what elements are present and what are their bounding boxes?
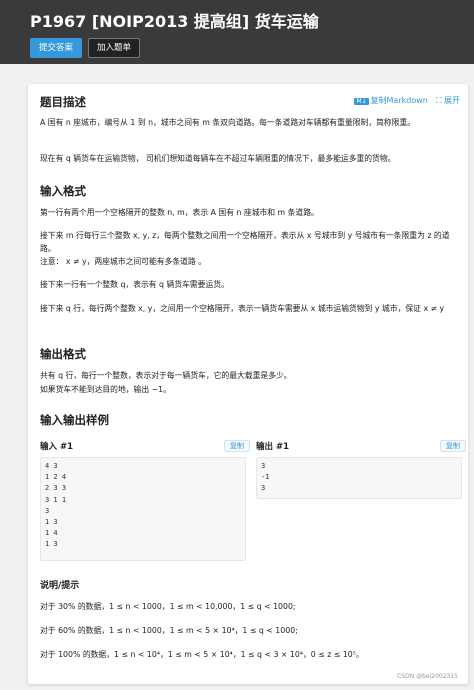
samples-heading: 输入输出样例 <box>40 413 109 427</box>
card-toolbar: M↓ 复制Markdown ⛶ 展开 <box>354 95 460 106</box>
copy-markdown-label: 复制Markdown <box>370 96 428 105</box>
expand-button[interactable]: ⛶ 展开 <box>436 95 460 106</box>
input-paragraph-2-note: 注意： x ≠ y，两座城市之间可能有多条道路 。 <box>40 257 207 266</box>
expand-icon: ⛶ <box>435 96 444 105</box>
hint-line-1: 对于 30% 的数据，1 ≤ n < 1000，1 ≤ m < 10,000，1… <box>40 602 296 611</box>
markdown-icon: M↓ <box>354 98 369 105</box>
hint-line-2: 对于 60% 的数据，1 ≤ n < 1000，1 ≤ m < 5 × 10⁴，… <box>40 626 298 635</box>
problem-header: P1967 [NOIP2013 提高组] 货车运输 提交答案 加入题单 <box>0 0 474 64</box>
sample-output-box[interactable]: 3 -1 3 <box>256 457 462 499</box>
sample-input-label: 输入 #1 <box>40 442 73 452</box>
copy-markdown-button[interactable]: M↓ 复制Markdown <box>354 95 428 106</box>
description-paragraph-2: 现在有 q 辆货车在运输货物， 司机们想知道每辆车在不超过车辆限重的情况下，最多… <box>40 154 396 163</box>
add-to-list-button[interactable]: 加入题单 <box>88 38 141 58</box>
hint-heading: 说明/提示 <box>40 581 80 591</box>
action-buttons: 提交答案 加入题单 <box>30 38 141 58</box>
description-heading: 题目描述 <box>40 95 86 109</box>
output-paragraph-2: 如果货车不能到达目的地，输出 −1。 <box>40 385 171 394</box>
input-paragraph-4: 接下来 q 行，每行两个整数 x, y，之间用一个空格隔开，表示一辆货车需要从 … <box>40 304 445 313</box>
output-format-heading: 输出格式 <box>40 347 86 361</box>
problem-card: M↓ 复制Markdown ⛶ 展开 题目描述 A 国有 n 座城市，编号从 1 … <box>28 84 468 684</box>
description-paragraph-1: A 国有 n 座城市，编号从 1 到 n，城市之间有 m 条双向道路。每一条道路… <box>40 118 416 127</box>
page-title: P1967 [NOIP2013 提高组] 货车运输 <box>30 12 319 31</box>
input-paragraph-2: 接下来 m 行每行三个整数 x, y, z，每两个整数之间用一个空格隔开，表示从… <box>40 231 450 253</box>
input-paragraph-3: 接下来一行有一个整数 q，表示有 q 辆货车需要运货。 <box>40 280 229 289</box>
sample-input-box[interactable]: 4 3 1 2 4 2 3 3 3 1 1 3 1 3 1 4 1 3 <box>40 457 246 561</box>
watermark: CSDN @bei2002315 <box>397 673 458 680</box>
copy-input-button[interactable]: 复制 <box>224 440 250 452</box>
hint-line-3: 对于 100% 的数据，1 ≤ n < 10⁴，1 ≤ m < 5 × 10⁴，… <box>40 650 364 659</box>
input-format-heading: 输入格式 <box>40 184 86 198</box>
submit-button[interactable]: 提交答案 <box>30 38 83 58</box>
expand-label: 展开 <box>444 96 460 105</box>
sample-output-label: 输出 #1 <box>256 442 289 452</box>
copy-output-button[interactable]: 复制 <box>440 440 466 452</box>
output-paragraph-1: 共有 q 行，每行一个整数，表示对于每一辆货车，它的最大载重是多少。 <box>40 371 292 380</box>
input-paragraph-1: 第一行有两个用一个空格隔开的整数 n, m，表示 A 国有 n 座城市和 m 条… <box>40 208 319 217</box>
